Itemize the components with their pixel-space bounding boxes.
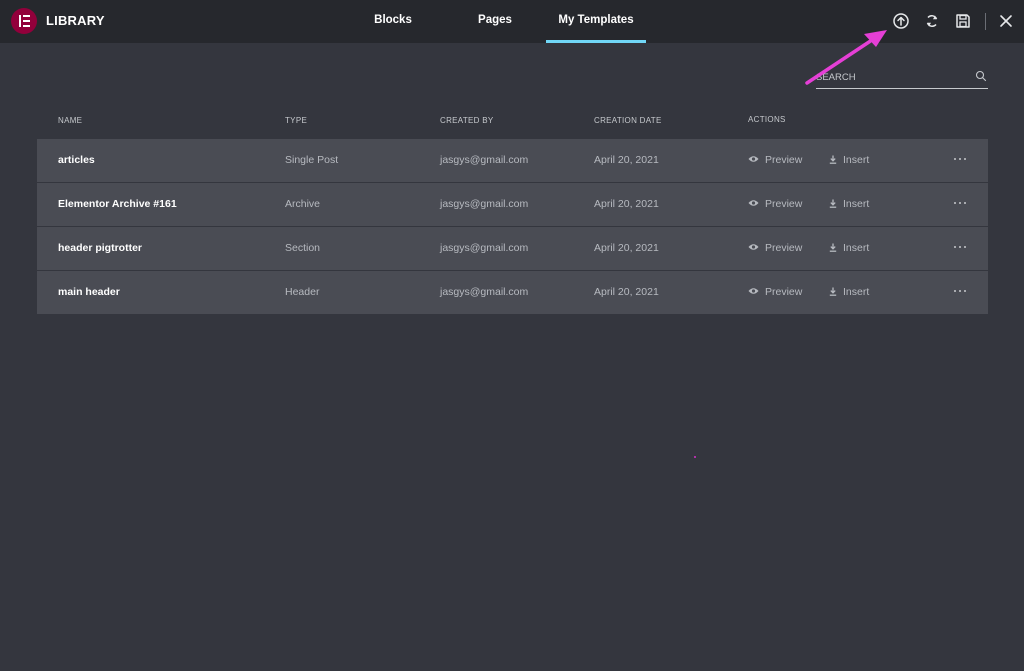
header-bar: LIBRARY Blocks Pages My Templates bbox=[0, 0, 1024, 43]
template-type: Header bbox=[285, 286, 320, 298]
table-row: header pigtrotter Section jasgys@gmail.c… bbox=[37, 227, 988, 270]
table-row: main header Header jasgys@gmail.com Apri… bbox=[37, 271, 988, 314]
insert-label: Insert bbox=[843, 286, 870, 298]
tab-pages[interactable]: Pages bbox=[462, 0, 528, 43]
column-header-creation-date: CREATION DATE bbox=[594, 116, 662, 125]
column-header-name: NAME bbox=[58, 116, 83, 125]
search-box bbox=[816, 66, 988, 89]
template-name: header pigtrotter bbox=[58, 242, 143, 254]
eye-icon bbox=[748, 156, 759, 162]
more-options-icon[interactable] bbox=[953, 239, 967, 253]
download-icon bbox=[829, 287, 837, 296]
active-tab-indicator bbox=[546, 40, 646, 43]
table-row: articles Single Post jasgys@gmail.com Ap… bbox=[37, 139, 988, 182]
toolbar-divider bbox=[985, 13, 986, 30]
elementor-logo-icon bbox=[11, 8, 37, 34]
eye-icon bbox=[748, 200, 759, 206]
insert-button[interactable]: Insert bbox=[829, 139, 869, 182]
search-icon bbox=[975, 70, 987, 82]
close-icon[interactable] bbox=[996, 11, 1016, 31]
more-options-icon[interactable] bbox=[953, 151, 967, 165]
more-options-icon[interactable] bbox=[953, 195, 967, 209]
column-header-created-by: CREATED BY bbox=[440, 116, 494, 125]
table-header: NAME TYPE CREATED BY CREATION DATE ACTIO… bbox=[37, 115, 988, 132]
insert-button[interactable]: Insert bbox=[829, 227, 869, 270]
preview-button[interactable]: Preview bbox=[748, 183, 802, 226]
table-row: Elementor Archive #161 Archive jasgys@gm… bbox=[37, 183, 988, 226]
template-date: April 20, 2021 bbox=[594, 286, 659, 298]
eye-icon bbox=[748, 244, 759, 250]
annotation-dot bbox=[694, 456, 696, 458]
template-name: articles bbox=[58, 154, 95, 166]
insert-label: Insert bbox=[843, 154, 870, 166]
template-type: Section bbox=[285, 242, 321, 254]
download-icon bbox=[829, 243, 837, 252]
template-author: jasgys@gmail.com bbox=[440, 286, 529, 298]
tab-my-templates-label: My Templates bbox=[558, 14, 634, 26]
preview-label: Preview bbox=[765, 286, 803, 298]
template-author: jasgys@gmail.com bbox=[440, 154, 529, 166]
save-icon[interactable] bbox=[953, 11, 973, 31]
library-title: LIBRARY bbox=[46, 13, 105, 28]
template-type: Single Post bbox=[285, 154, 339, 166]
preview-button[interactable]: Preview bbox=[748, 227, 802, 270]
search-input[interactable] bbox=[816, 68, 966, 86]
template-library-modal: LIBRARY Blocks Pages My Templates SEARCH… bbox=[0, 0, 1024, 671]
download-icon bbox=[829, 155, 837, 164]
template-name: main header bbox=[58, 286, 120, 298]
insert-label: Insert bbox=[843, 242, 870, 254]
download-icon bbox=[829, 199, 837, 208]
template-author: jasgys@gmail.com bbox=[440, 198, 529, 210]
preview-button[interactable]: Preview bbox=[748, 139, 802, 182]
annotation-arrow-icon bbox=[805, 30, 887, 85]
template-type: Archive bbox=[285, 198, 321, 210]
eye-icon bbox=[748, 288, 759, 294]
preview-label: Preview bbox=[765, 198, 803, 210]
tab-my-templates[interactable]: My Templates bbox=[546, 0, 646, 43]
preview-label: Preview bbox=[765, 154, 803, 166]
insert-button[interactable]: Insert bbox=[829, 183, 869, 226]
more-options-icon[interactable] bbox=[953, 283, 967, 297]
column-header-type: TYPE bbox=[285, 116, 308, 125]
template-date: April 20, 2021 bbox=[594, 198, 659, 210]
preview-label: Preview bbox=[765, 242, 803, 254]
insert-button[interactable]: Insert bbox=[829, 271, 869, 314]
template-author: jasgys@gmail.com bbox=[440, 242, 529, 254]
template-date: April 20, 2021 bbox=[594, 242, 659, 254]
insert-label: Insert bbox=[843, 198, 870, 210]
column-header-actions: ACTIONS bbox=[748, 115, 786, 124]
upload-icon[interactable] bbox=[891, 11, 911, 31]
template-date: April 20, 2021 bbox=[594, 154, 659, 166]
template-list: articles Single Post jasgys@gmail.com Ap… bbox=[37, 139, 988, 315]
tab-blocks[interactable]: Blocks bbox=[360, 0, 426, 43]
template-name: Elementor Archive #161 bbox=[58, 198, 177, 210]
preview-button[interactable]: Preview bbox=[748, 271, 802, 314]
sync-icon[interactable] bbox=[922, 11, 942, 31]
